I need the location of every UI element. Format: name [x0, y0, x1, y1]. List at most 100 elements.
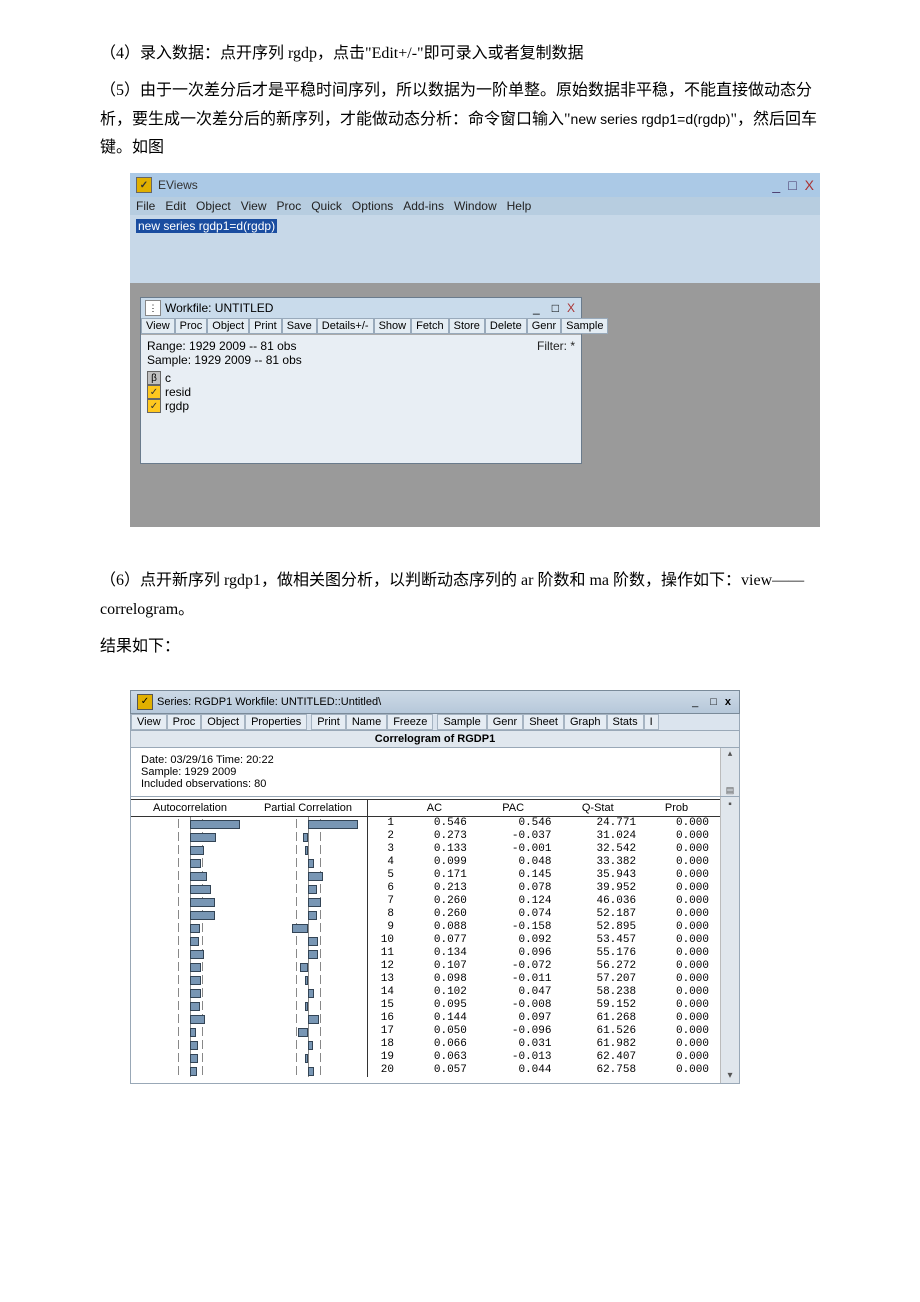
menu-options[interactable]: Options — [352, 199, 393, 213]
cell-pac: -0.072 — [471, 960, 556, 973]
scroll-thumb-icon[interactable]: ▤ — [726, 785, 735, 796]
maximize-icon[interactable]: □ — [788, 177, 796, 193]
workfile-body: Filter: * Range: 1929 2009 -- 81 obs Sam… — [141, 335, 581, 463]
sr-maximize-icon[interactable]: □ — [710, 696, 717, 708]
series-titlebar: ✓ Series: RGDP1 Workfile: UNTITLED::Unti… — [130, 690, 740, 714]
menu-window[interactable]: Window — [454, 199, 497, 213]
eviews-window: ✓ EViews _ □ X File Edit Object View Pro… — [130, 173, 820, 527]
bar-cell — [249, 1051, 368, 1064]
wf-show-button[interactable]: Show — [374, 318, 412, 334]
sr-i-button[interactable]: I — [644, 714, 659, 730]
cell-lag: 11 — [368, 947, 399, 960]
cell-pac: -0.013 — [471, 1051, 556, 1064]
sr-object-button[interactable]: Object — [201, 714, 245, 730]
cell-ac: 0.050 — [398, 1025, 471, 1038]
menu-object[interactable]: Object — [196, 199, 231, 213]
var-rgdp[interactable]: ✓rgdp — [147, 399, 575, 413]
cell-lag: 4 — [368, 856, 399, 869]
cell-ac: 0.088 — [398, 921, 471, 934]
wf-proc-button[interactable]: Proc — [175, 318, 208, 334]
wf-print-button[interactable]: Print — [249, 318, 282, 334]
cell-prob: 0.000 — [640, 869, 713, 882]
cell-lag: 7 — [368, 895, 399, 908]
correlogram-table: Autocorrelation Partial Correlation AC P… — [131, 799, 739, 1077]
cell-lag: 5 — [368, 869, 399, 882]
cell-pac: 0.145 — [471, 869, 556, 882]
cell-qstat: 59.152 — [555, 999, 640, 1012]
scroll-up-icon[interactable]: ▴ — [728, 748, 733, 759]
wf-maximize-icon[interactable]: □ — [552, 301, 559, 315]
sr-sheet-button[interactable]: Sheet — [523, 714, 564, 730]
wf-store-button[interactable]: Store — [449, 318, 485, 334]
sr-sample-button[interactable]: Sample — [437, 714, 486, 730]
minimize-icon[interactable]: _ — [772, 177, 780, 193]
scroll-handle-icon[interactable]: ▪ — [728, 799, 732, 810]
table-row: 160.144 0.09761.2680.000 — [131, 1012, 739, 1025]
cell-pac: 0.097 — [471, 1012, 556, 1025]
meta-date: Date: 03/29/16 Time: 20:22 — [141, 754, 729, 766]
wf-genr-button[interactable]: Genr — [527, 318, 561, 334]
sr-stats-button[interactable]: Stats — [607, 714, 644, 730]
cell-prob: 0.000 — [640, 999, 713, 1012]
menu-help[interactable]: Help — [507, 199, 532, 213]
command-input[interactable]: new series rgdp1=d(rgdp) — [136, 219, 277, 233]
sr-proc-button[interactable]: Proc — [167, 714, 202, 730]
menu-file[interactable]: File — [136, 199, 155, 213]
cell-lag: 18 — [368, 1038, 399, 1051]
cell-qstat: 53.457 — [555, 934, 640, 947]
table-row: 200.057 0.04462.7580.000 — [131, 1064, 739, 1077]
menu-addins[interactable]: Add-ins — [403, 199, 444, 213]
sr-print-button[interactable]: Print — [311, 714, 346, 730]
wf-view-button[interactable]: View — [141, 318, 175, 334]
cell-pac: 0.546 — [471, 816, 556, 830]
scrollbar[interactable]: ▪ ▾ — [720, 797, 739, 1083]
menu-proc[interactable]: Proc — [277, 199, 302, 213]
bar-cell — [249, 856, 368, 869]
cell-lag: 2 — [368, 830, 399, 843]
sr-name-button[interactable]: Name — [346, 714, 387, 730]
wf-close-icon[interactable]: X — [567, 301, 575, 315]
sr-genr-button[interactable]: Genr — [487, 714, 523, 730]
wf-object-button[interactable]: Object — [207, 318, 249, 334]
menu-view[interactable]: View — [241, 199, 267, 213]
scrollbar-top[interactable]: ▴▤ — [720, 748, 739, 796]
cell-prob: 0.000 — [640, 921, 713, 934]
paragraph-6b: 结果如下： — [100, 633, 820, 662]
wf-delete-button[interactable]: Delete — [485, 318, 527, 334]
command-area[interactable]: new series rgdp1=d(rgdp) — [130, 215, 820, 283]
wf-details-button[interactable]: Details+/- — [317, 318, 374, 334]
close-icon[interactable]: X — [805, 177, 814, 193]
cell-prob: 0.000 — [640, 882, 713, 895]
wf-save-button[interactable]: Save — [282, 318, 317, 334]
table-row: 120.107-0.07256.2720.000 — [131, 960, 739, 973]
sr-properties-button[interactable]: Properties — [245, 714, 307, 730]
workfile-toolbar: View Proc Object Print Save Details+/- S… — [141, 318, 581, 335]
cell-prob: 0.000 — [640, 973, 713, 986]
scroll-down-icon[interactable]: ▾ — [727, 1070, 732, 1081]
cell-prob: 0.000 — [640, 947, 713, 960]
var-rgdp-label: rgdp — [165, 399, 189, 413]
sr-close-icon[interactable]: x — [725, 696, 731, 708]
var-resid[interactable]: ✓resid — [147, 385, 575, 399]
cell-lag: 16 — [368, 1012, 399, 1025]
wf-minimize-icon[interactable]: _ — [533, 301, 540, 315]
bar-cell — [249, 986, 368, 999]
sr-graph-button[interactable]: Graph — [564, 714, 607, 730]
sr-minimize-icon[interactable]: _ — [692, 696, 698, 708]
workfile-range: Range: 1929 2009 -- 81 obs — [147, 339, 575, 353]
var-c[interactable]: βc — [147, 371, 575, 385]
cell-prob: 0.000 — [640, 908, 713, 921]
correlogram-table-wrap: Autocorrelation Partial Correlation AC P… — [130, 797, 740, 1084]
table-row: 110.134 0.09655.1760.000 — [131, 947, 739, 960]
cell-ac: 0.260 — [398, 908, 471, 921]
wf-fetch-button[interactable]: Fetch — [411, 318, 449, 334]
menu-quick[interactable]: Quick — [311, 199, 342, 213]
menu-edit[interactable]: Edit — [165, 199, 186, 213]
sr-freeze-button[interactable]: Freeze — [387, 714, 433, 730]
wf-sample-button[interactable]: Sample — [561, 318, 608, 334]
cell-ac: 0.273 — [398, 830, 471, 843]
cell-qstat: 52.895 — [555, 921, 640, 934]
sr-view-button[interactable]: View — [131, 714, 167, 730]
cell-qstat: 31.024 — [555, 830, 640, 843]
bar-cell — [249, 1064, 368, 1077]
